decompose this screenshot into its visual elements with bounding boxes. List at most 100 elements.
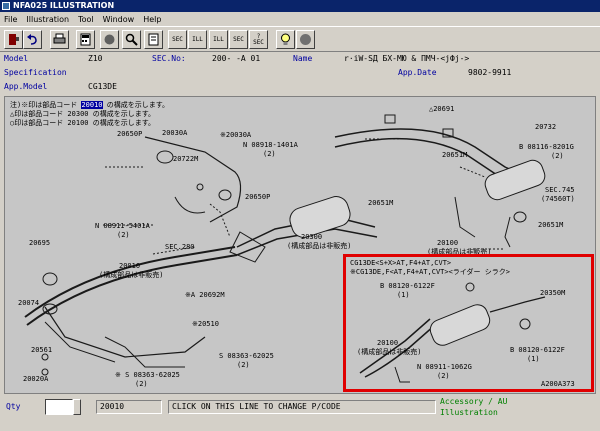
callout-20300[interactable]: 20300 — [301, 234, 322, 241]
calculator-icon — [80, 33, 91, 46]
circle-icon — [300, 34, 311, 45]
name-label: Name — [293, 54, 313, 63]
search-button[interactable] — [100, 30, 119, 49]
callout-sec280[interactable]: SEC.280 — [165, 244, 195, 251]
callout-sec745[interactable]: SEC.745 — [545, 187, 575, 194]
door-icon — [9, 34, 19, 45]
note-prefix: 注)※印は部品コード — [10, 101, 82, 109]
callout-08911[interactable]: N 08911-5401A — [95, 223, 150, 230]
callout-08363-a[interactable]: ※ S 08363-62025 — [115, 372, 180, 379]
qty-spinner[interactable] — [73, 399, 81, 415]
window-title: NFA025 ILLUSTRATION — [13, 1, 115, 10]
callout-20650p-a[interactable]: 20650P — [117, 131, 142, 138]
zoom-icon — [125, 33, 138, 46]
sec-help-button[interactable]: ? SEC — [249, 30, 268, 49]
callout-08363-a-qty: (2) — [135, 380, 148, 388]
undo-icon — [27, 34, 37, 45]
magnifier-icon — [104, 34, 115, 45]
menu-window[interactable]: Window — [103, 15, 135, 24]
secno-value: 200- -A 01 — [212, 54, 261, 63]
qty-input[interactable] — [45, 399, 73, 415]
callout-20695[interactable]: 20695 — [29, 240, 50, 247]
title-bar: NFA025 ILLUSTRATION — [0, 0, 600, 12]
callout-20100[interactable]: 20100 — [437, 240, 458, 247]
name-value: r·iW-SД БХ-МЮ & ПМЧ-<jФj-> — [344, 54, 470, 63]
sec-icon: SEC — [233, 35, 244, 43]
back-button[interactable] — [23, 30, 42, 49]
callout-20010[interactable]: 20010 — [119, 263, 140, 270]
callout-20651m-c[interactable]: 20651M — [538, 222, 563, 229]
sec-prev-button[interactable]: SEC — [168, 30, 187, 49]
accessory-link[interactable]: Accessory / AU Illustration — [440, 396, 507, 418]
book-button[interactable] — [144, 30, 163, 49]
callout-20074[interactable]: 20074 — [18, 300, 39, 307]
part-code-field[interactable]: 20010 — [96, 400, 162, 414]
book-icon — [148, 33, 159, 46]
note-suffix: の構成を示します。 — [102, 101, 170, 109]
callout-20030a-star[interactable]: ※20030A — [220, 132, 251, 139]
appmodel-value: CG13DE — [88, 82, 117, 91]
callout-08363-b-qty: (2) — [237, 361, 250, 369]
menu-file[interactable]: File — [4, 15, 17, 24]
callout-20692m[interactable]: ※A 20692M — [185, 292, 225, 299]
accessory-line-1: Accessory / AU — [440, 397, 508, 406]
highlighted-part-code[interactable]: 20010 — [81, 101, 103, 109]
secno-label: SEC.No: — [152, 54, 186, 63]
callout-08363-b[interactable]: S 08363-62025 — [219, 353, 274, 360]
callout-20510[interactable]: ※20510 — [192, 321, 219, 328]
model-label: Model — [4, 54, 29, 63]
model-value: Z10 — [88, 54, 103, 63]
hint-button[interactable] — [276, 30, 295, 49]
illustration-canvas[interactable]: 注)※印は部品コード 20010 の構成を示します。 △印は部品コード 2030… — [4, 96, 596, 394]
zoom-button[interactable] — [122, 30, 141, 49]
sec-question-icon: ? SEC — [253, 32, 264, 46]
qty-label: Qty — [6, 402, 21, 411]
callout-08116-qty: (2) — [551, 152, 564, 160]
appmodel-label: App.Model — [4, 82, 48, 91]
printer-icon — [53, 33, 66, 44]
accessory-line-2: Illustration — [440, 408, 498, 417]
callout-20030a[interactable]: 20030A — [162, 130, 187, 137]
callout-08918[interactable]: N 08918-1401A — [243, 142, 298, 149]
callout-08918-qty: (2) — [263, 150, 276, 158]
ill-prev-button[interactable]: ILL — [188, 30, 207, 49]
callout-20561[interactable]: 20561 — [31, 347, 52, 354]
ill-icon: ILL — [192, 35, 203, 43]
exit-button[interactable] — [4, 30, 23, 49]
callout-08116[interactable]: B 08116-8201G — [519, 144, 574, 151]
spec-label: Specification — [4, 68, 67, 77]
ill-icon: ILL — [213, 35, 224, 43]
header-info: Model Z10 SEC.No: 200- -A 01 Name r·iW-S… — [0, 52, 600, 96]
callout-20651m-a[interactable]: 20651M — [442, 152, 467, 159]
change-pcode-line[interactable]: CLICK ON THIS LINE TO CHANGE P/CODE — [168, 400, 436, 414]
callout-20691[interactable]: △20691 — [429, 106, 454, 113]
callout-74560t: (74560T) — [541, 195, 575, 203]
note-line-3: ○印は部品コード 20100 の構成を示します。 — [10, 119, 156, 127]
callout-20020a[interactable]: 20020A — [23, 376, 48, 383]
menu-help[interactable]: Help — [143, 15, 161, 24]
appdate-label: App.Date — [398, 68, 437, 77]
appdate-value: 9802-9911 — [468, 68, 512, 77]
note-line-2: △印は部品コード 20300 の構成を示します。 — [10, 110, 156, 118]
callout-20300-note: (構成部品は非販売) — [287, 242, 352, 250]
note-line-1: 注)※印は部品コード 20010 の構成を示します。 — [10, 101, 170, 109]
callout-20010-note: (構成部品は非販売) — [99, 271, 164, 279]
callout-20650p-b[interactable]: 20650P — [245, 194, 270, 201]
callout-20732[interactable]: 20732 — [535, 124, 556, 131]
toolbar: SEC ILL ILL SEC ? SEC — [0, 26, 600, 52]
lightbulb-icon — [281, 33, 290, 45]
stop-button[interactable] — [296, 30, 315, 49]
callout-08911-qty: (2) — [117, 231, 130, 239]
callout-20651m-b[interactable]: 20651M — [368, 200, 393, 207]
ill-next-button[interactable]: ILL — [209, 30, 228, 49]
sec-next-button[interactable]: SEC — [229, 30, 248, 49]
menu-bar: File Illustration Tool Window Help — [0, 12, 600, 26]
calculator-button[interactable] — [76, 30, 95, 49]
callout-20722m[interactable]: 20722M — [173, 156, 198, 163]
status-bar: Qty 20010 CLICK ON THIS LINE TO CHANGE P… — [0, 394, 600, 431]
print-button[interactable] — [50, 30, 69, 49]
app-icon — [2, 2, 10, 10]
menu-tool[interactable]: Tool — [78, 15, 94, 24]
menu-illustration[interactable]: Illustration — [26, 15, 69, 24]
highlight-box — [343, 254, 594, 392]
